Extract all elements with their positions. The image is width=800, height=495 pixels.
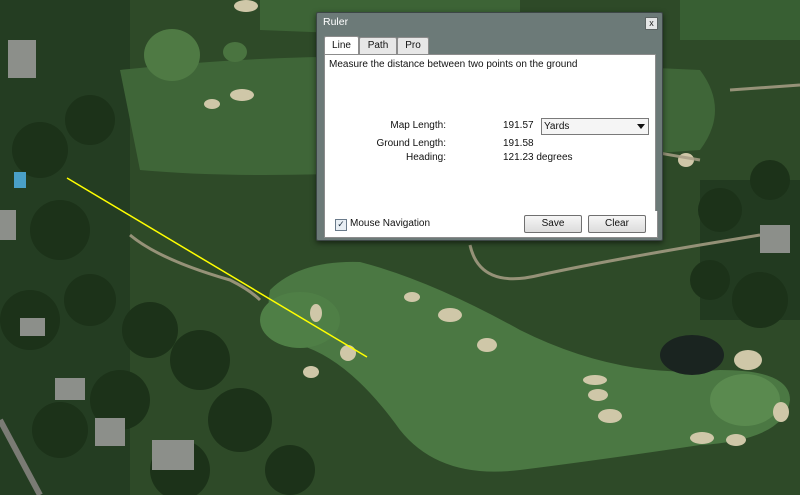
clear-button[interactable]: Clear <box>588 215 646 233</box>
dialog-title: Ruler <box>323 16 349 28</box>
ground-length-label: Ground Length: <box>376 138 447 149</box>
tab-pro[interactable]: Pro <box>397 37 429 54</box>
ruler-dialog: Ruler x Line Path Pro Measure the distan… <box>316 12 663 241</box>
line-tab-panel: Measure the distance between two points … <box>324 54 656 213</box>
dialog-titlebar[interactable]: Ruler x <box>317 13 662 34</box>
mouse-navigation-label[interactable]: Mouse Navigation <box>350 218 430 229</box>
unit-select[interactable]: Yards <box>541 118 649 135</box>
save-button[interactable]: Save <box>524 215 582 233</box>
unit-select-value: Yards <box>544 121 570 132</box>
close-icon[interactable]: x <box>645 17 658 30</box>
tab-line[interactable]: Line <box>324 36 359 54</box>
tab-path[interactable]: Path <box>359 37 397 54</box>
description-text: Measure the distance between two points … <box>329 59 578 70</box>
heading-label: Heading: <box>405 152 446 163</box>
map-length-value: 191.57 <box>503 120 534 131</box>
heading-value: 121.23 degrees <box>503 152 573 163</box>
mouse-navigation-checkbox[interactable]: ✓ <box>335 219 347 231</box>
chevron-down-icon <box>637 124 645 129</box>
dialog-footer: ✓ Mouse Navigation Save Clear <box>324 211 658 238</box>
ground-length-value: 191.58 <box>503 138 534 149</box>
map-length-label: Map Length: <box>390 120 446 131</box>
